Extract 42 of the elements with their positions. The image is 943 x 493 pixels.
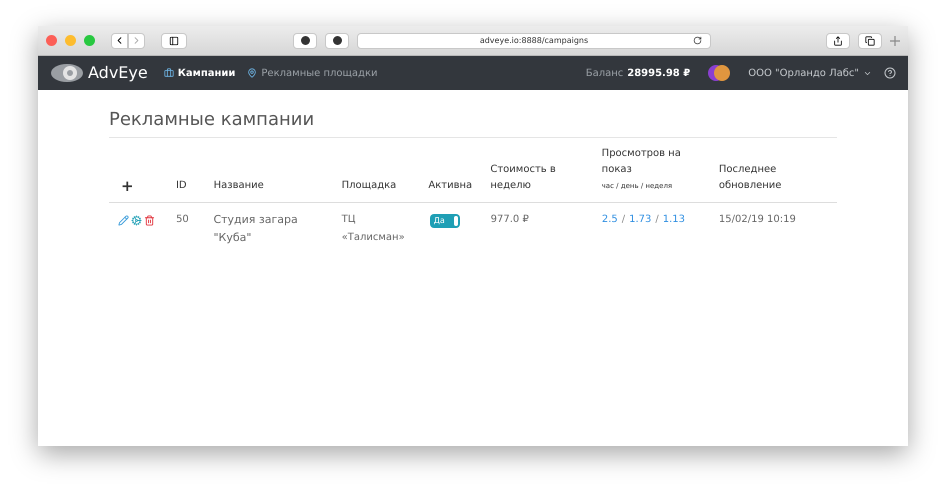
- column-header: ID: [176, 179, 188, 193]
- close-icon[interactable]: [46, 35, 57, 46]
- edit-icon[interactable]: [118, 215, 129, 226]
- column-header: Просмотров на показ: [602, 147, 682, 177]
- nav-link[interactable]: Кампании: [164, 66, 236, 80]
- column-header: Название: [214, 179, 265, 193]
- share-icon: [833, 36, 843, 46]
- sidebar-button[interactable]: [161, 32, 187, 48]
- extension-button[interactable]: [293, 32, 317, 48]
- column-header: Стоимость в неделю: [490, 163, 557, 193]
- balance-label: Баланс: [586, 66, 624, 80]
- column-header: Последнее обновление: [718, 163, 782, 193]
- briefcase-icon: [164, 68, 174, 78]
- separator-text: /: [655, 213, 659, 227]
- table-cell-text: 15/02/19 10:19: [718, 213, 797, 227]
- logo-text[interactable]: AdvEye: [88, 61, 148, 85]
- pin-icon: [247, 68, 258, 78]
- eye-logo-icon: [50, 63, 84, 83]
- privacy-button[interactable]: [325, 32, 349, 48]
- help-icon[interactable]: [884, 67, 896, 79]
- share-button[interactable]: [826, 32, 850, 48]
- column-header: Активна: [428, 179, 470, 193]
- balance-value: 28995.98 ₽: [627, 66, 690, 80]
- address-bar[interactable]: adveye.io:8888/campaigns: [357, 32, 711, 48]
- table-cell-text: ТЦ «Талисман»: [342, 213, 406, 245]
- add-button[interactable]: +: [109, 179, 176, 194]
- separator-text: /: [622, 213, 626, 227]
- reload-icon: [693, 36, 702, 45]
- tabs-button[interactable]: [858, 32, 882, 48]
- table-cell-text: 977.0 ₽: [490, 213, 530, 227]
- delete-icon[interactable]: [144, 215, 155, 226]
- table-cell-text: Студия загара "Куба": [213, 212, 299, 246]
- plus-icon[interactable]: [890, 36, 900, 46]
- account-menu[interactable]: ООО "Орландо Лабс": [748, 66, 872, 80]
- tabs-icon: [865, 36, 875, 46]
- nav-link[interactable]: Рекламные площадки: [247, 66, 378, 80]
- page-title: Рекламные кампании: [109, 106, 837, 138]
- sidebar-icon: [169, 36, 179, 46]
- settings-icon[interactable]: [131, 215, 142, 226]
- back-button[interactable]: [111, 32, 128, 48]
- column-header: Площадка: [342, 179, 398, 193]
- table-cell-text: 50: [176, 213, 190, 227]
